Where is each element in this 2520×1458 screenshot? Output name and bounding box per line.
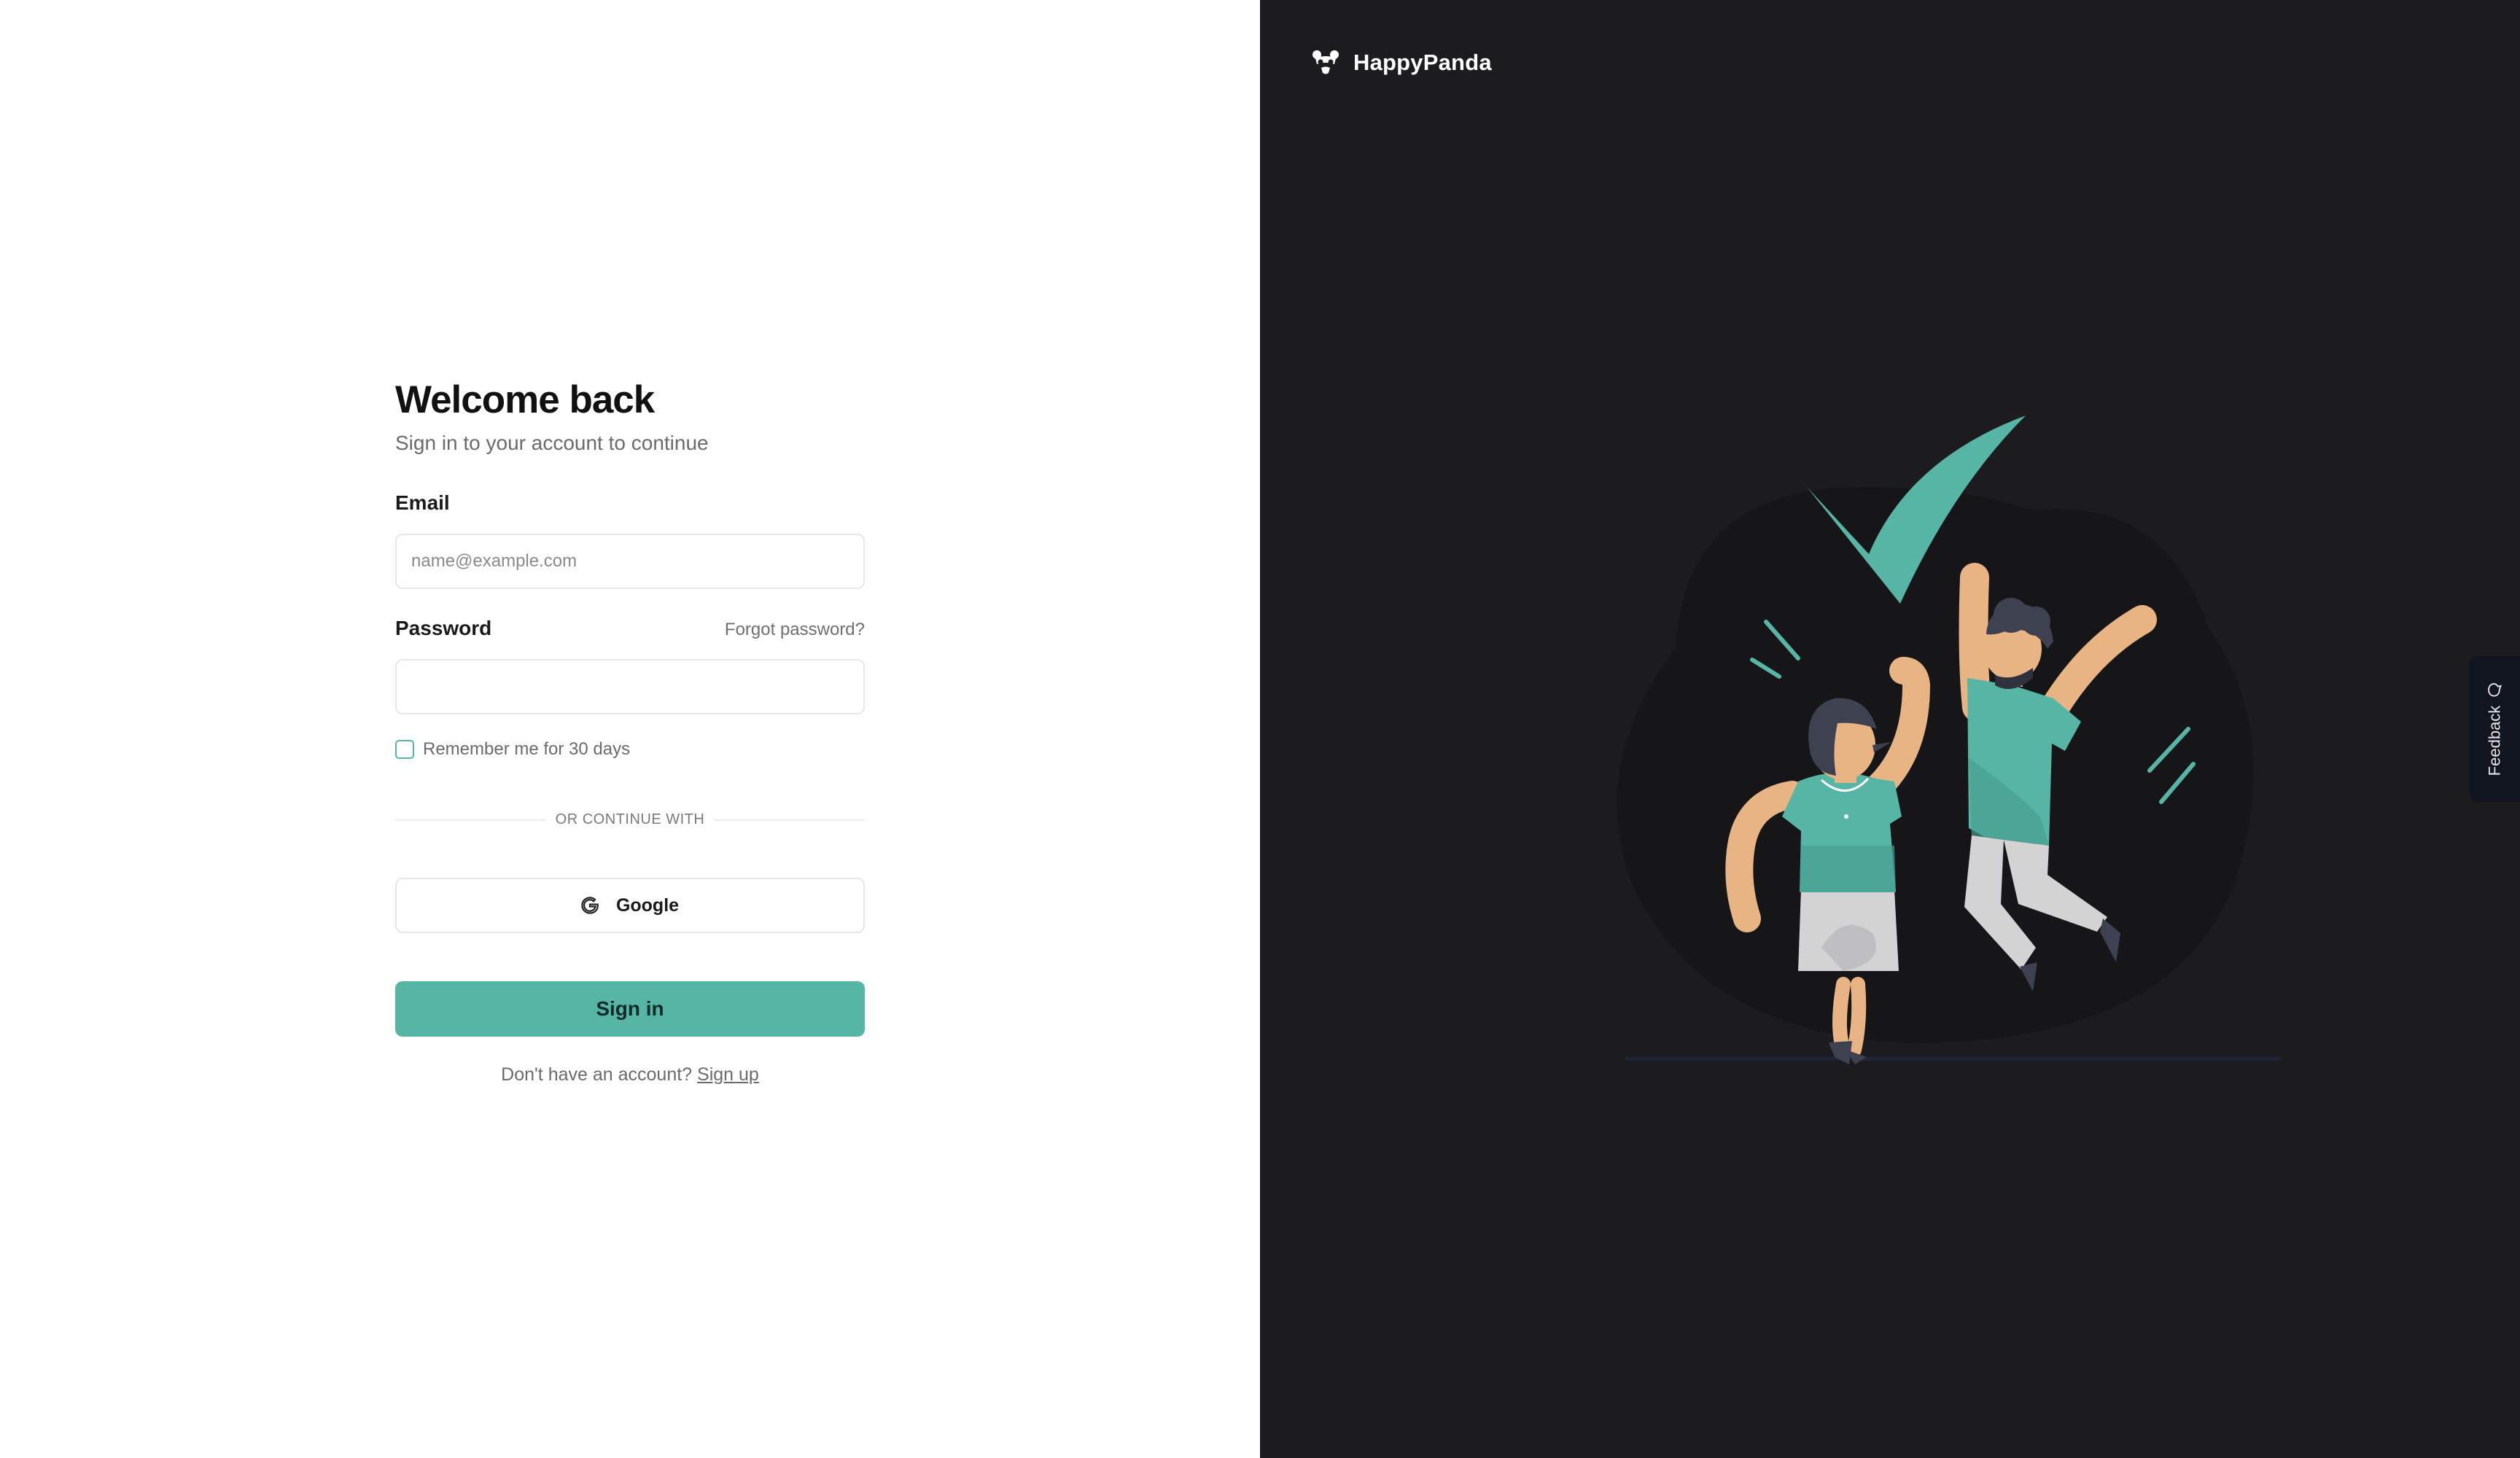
remember-me-label[interactable]: Remember me for 30 days — [423, 739, 630, 760]
email-label: Email — [395, 491, 450, 514]
brand-header: HappyPanda — [1311, 48, 1492, 77]
signup-link[interactable]: Sign up — [697, 1064, 759, 1085]
divider-line-right — [715, 819, 865, 821]
sign-in-button[interactable]: Sign in — [395, 981, 865, 1037]
celebration-illustration — [1617, 416, 2281, 1064]
email-field[interactable] — [395, 534, 865, 589]
password-field[interactable] — [395, 659, 865, 714]
signup-row: Don't have an account? Sign up — [395, 1060, 865, 1089]
remember-me-row[interactable]: Remember me for 30 days — [395, 736, 630, 763]
login-page: Welcome back Sign in to your account to … — [0, 0, 2520, 1458]
feedback-tab[interactable]: Feedback — [2469, 656, 2520, 802]
panda-logo-icon — [1312, 50, 1339, 74]
login-panel: Welcome back Sign in to your account to … — [0, 0, 1260, 1458]
brand-panel: HappyPanda Feedback — [1260, 0, 2520, 1458]
page-title: Welcome back — [395, 378, 655, 421]
feedback-label: Feedback — [2485, 705, 2503, 776]
login-form: Welcome back Sign in to your account to … — [395, 372, 865, 1085]
sign-in-label: Sign in — [596, 997, 664, 1020]
google-button-label: Google — [615, 894, 680, 916]
brand-name: HappyPanda — [1353, 50, 1492, 75]
or-divider: OR CONTINUE WITH — [395, 808, 865, 831]
feedback-inner: Feedback — [2485, 682, 2504, 776]
chat-bubble-icon — [2487, 683, 2502, 697]
google-signin-button[interactable]: Google — [395, 878, 865, 933]
password-label: Password — [395, 617, 492, 639]
google-icon — [581, 897, 599, 914]
remember-me-checkbox[interactable] — [395, 740, 414, 759]
forgot-password-link[interactable]: Forgot password? — [725, 617, 865, 643]
signup-prompt: Don't have an account? — [501, 1064, 693, 1085]
page-subtitle: Sign in to your account to continue — [395, 432, 709, 454]
